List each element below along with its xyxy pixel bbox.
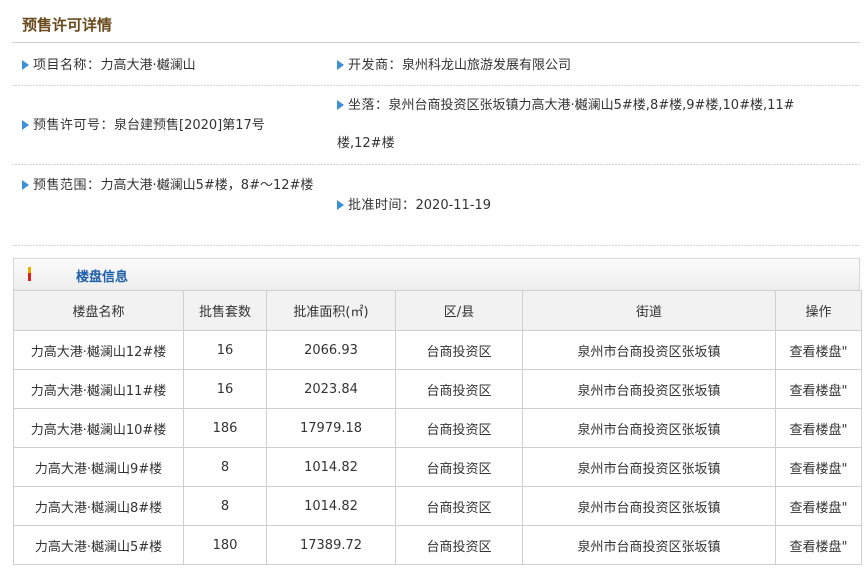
table-row: 力高大港·樾澜山5#楼 180 17389.72 台商投资区 泉州市台商投资区张坂镇 查看… bbox=[13, 525, 862, 565]
column-header-area: 批准面积(㎡) bbox=[266, 290, 396, 331]
project-name-label: 项目名称： bbox=[33, 58, 101, 73]
table-row: 力高大港·樾澜山12#楼 16 2066.93 台商投资区 泉州市台商投资区张坂镇 查看楼… bbox=[13, 330, 862, 370]
location-field: 坐落：泉州台商投资区张坂镇力高大港·樾澜山5#楼,8#楼,9#楼,10#楼,11… bbox=[337, 87, 837, 163]
building-name-cell: 力高大港·樾澜山12#楼 bbox=[13, 330, 184, 370]
presale-scope-value: 力高大港·樾澜山5#楼，8#～12#楼 bbox=[100, 178, 314, 193]
area-cell: 1014.82 bbox=[266, 447, 396, 487]
page-title: 预售许可详情 bbox=[22, 16, 113, 34]
units-cell: 16 bbox=[183, 369, 267, 409]
view-building-link[interactable]: 查看楼盘" bbox=[775, 408, 862, 448]
presale-permit-page: 预售许可详情 项目名称：力高大港·樾澜山 开发商：泉州科龙山旅游发展有限公司 预… bbox=[0, 0, 864, 568]
district-cell: 台商投资区 bbox=[395, 525, 523, 565]
location-label: 坐落： bbox=[348, 98, 389, 113]
permit-number-value: 泉台建预售[2020]第17号 bbox=[114, 118, 265, 133]
developer-value: 泉州科龙山旅游发展有限公司 bbox=[402, 58, 572, 73]
table-row: 力高大港·樾澜山9#楼 8 1014.82 台商投资区 泉州市台商投资区张坂镇 查看楼盘" bbox=[13, 447, 862, 487]
info-row-1: 项目名称：力高大港·樾澜山 开发商：泉州科龙山旅游发展有限公司 bbox=[12, 46, 860, 86]
view-building-link[interactable]: 查看楼盘" bbox=[775, 330, 862, 370]
triangle-right-icon bbox=[22, 180, 29, 190]
area-cell: 2066.93 bbox=[266, 330, 396, 370]
triangle-right-icon bbox=[337, 200, 344, 210]
units-cell: 16 bbox=[183, 330, 267, 370]
project-name-field: 项目名称：力高大港·樾澜山 bbox=[22, 47, 196, 85]
location-value: 泉州台商投资区张坂镇力高大港·樾澜山5#楼,8#楼,9#楼,10#楼,11#楼,… bbox=[337, 98, 795, 151]
presale-scope-label: 预售范围： bbox=[33, 178, 101, 193]
building-info-title: 楼盘信息 bbox=[76, 270, 129, 285]
building-name-cell: 力高大港·樾澜山11#楼 bbox=[13, 369, 184, 409]
developer-field: 开发商：泉州科龙山旅游发展有限公司 bbox=[337, 47, 571, 85]
view-building-link[interactable]: 查看楼盘" bbox=[775, 525, 862, 565]
district-cell: 台商投资区 bbox=[395, 369, 523, 409]
building-name-cell: 力高大港·樾澜山5#楼 bbox=[13, 525, 184, 565]
area-cell: 17979.18 bbox=[266, 408, 396, 448]
units-cell: 8 bbox=[183, 486, 267, 526]
triangle-right-icon bbox=[22, 120, 29, 130]
area-cell: 2023.84 bbox=[266, 369, 396, 409]
street-cell: 泉州市台商投资区张坂镇 bbox=[522, 525, 776, 565]
table-row: 力高大港·樾澜山11#楼 16 2023.84 台商投资区 泉州市台商投资区张坂镇 查看楼… bbox=[13, 369, 862, 409]
area-cell: 17389.72 bbox=[266, 525, 396, 565]
district-cell: 台商投资区 bbox=[395, 447, 523, 487]
triangle-right-icon bbox=[337, 100, 344, 110]
street-cell: 泉州市台商投资区张坂镇 bbox=[522, 408, 776, 448]
column-header-district: 区/县 bbox=[395, 290, 523, 331]
street-cell: 泉州市台商投资区张坂镇 bbox=[522, 447, 776, 487]
table-header-row: 楼盘名称 批售套数 批准面积(㎡) 区/县 街道 操作 bbox=[13, 290, 862, 331]
street-cell: 泉州市台商投资区张坂镇 bbox=[522, 486, 776, 526]
column-header-units: 批售套数 bbox=[183, 290, 267, 331]
title-divider bbox=[12, 42, 860, 43]
table-row: 力高大港·樾澜山10#楼 186 17979.18 台商投资区 泉州市台商投资区张坂镇查… bbox=[13, 408, 862, 448]
area-cell: 1014.82 bbox=[266, 486, 396, 526]
view-building-link[interactable]: 查看楼盘" bbox=[775, 447, 862, 487]
units-cell: 186 bbox=[183, 408, 267, 448]
info-row-3: 预售范围：力高大港·樾澜山5#楼，8#～12#楼 批准时间：2020-11-19 bbox=[12, 166, 860, 246]
developer-label: 开发商： bbox=[348, 58, 403, 73]
approve-time-field: 批准时间：2020-11-19 bbox=[337, 187, 491, 225]
section-marker-icon bbox=[28, 267, 31, 281]
table-row: 力高大港·樾澜山8#楼 8 1014.82 台商投资区 泉州市台商投资区张坂镇 查看楼盘" bbox=[13, 486, 862, 526]
presale-scope-field: 预售范围：力高大港·樾澜山5#楼，8#～12#楼 bbox=[22, 166, 342, 206]
approve-time-label: 批准时间： bbox=[348, 198, 416, 213]
approve-time-value: 2020-11-19 bbox=[415, 198, 492, 213]
building-table: 楼盘名称 批售套数 批准面积(㎡) 区/县 街道 操作 力高大港·樾澜山12#楼… bbox=[13, 290, 862, 565]
triangle-right-icon bbox=[22, 60, 29, 70]
column-header-action: 操作 bbox=[775, 290, 862, 331]
column-header-street: 街道 bbox=[522, 290, 776, 331]
view-building-link[interactable]: 查看楼盘" bbox=[775, 486, 862, 526]
units-cell: 180 bbox=[183, 525, 267, 565]
district-cell: 台商投资区 bbox=[395, 330, 523, 370]
project-name-value: 力高大港·樾澜山 bbox=[100, 58, 196, 73]
view-building-link[interactable]: 查看楼盘" bbox=[775, 369, 862, 409]
info-row-2: 预售许可号：泉台建预售[2020]第17号 坐落：泉州台商投资区张坂镇力高大港·… bbox=[12, 87, 860, 165]
street-cell: 泉州市台商投资区张坂镇 bbox=[522, 330, 776, 370]
permit-number-field: 预售许可号：泉台建预售[2020]第17号 bbox=[22, 107, 265, 145]
triangle-right-icon bbox=[337, 60, 344, 70]
building-name-cell: 力高大港·樾澜山10#楼 bbox=[13, 408, 184, 448]
district-cell: 台商投资区 bbox=[395, 486, 523, 526]
column-header-name: 楼盘名称 bbox=[13, 290, 184, 331]
building-name-cell: 力高大港·樾澜山8#楼 bbox=[13, 486, 184, 526]
units-cell: 8 bbox=[183, 447, 267, 487]
district-cell: 台商投资区 bbox=[395, 408, 523, 448]
street-cell: 泉州市台商投资区张坂镇 bbox=[522, 369, 776, 409]
building-name-cell: 力高大港·樾澜山9#楼 bbox=[13, 447, 184, 487]
permit-number-label: 预售许可号： bbox=[33, 118, 115, 133]
building-info-panel-header: 楼盘信息 bbox=[13, 258, 860, 290]
